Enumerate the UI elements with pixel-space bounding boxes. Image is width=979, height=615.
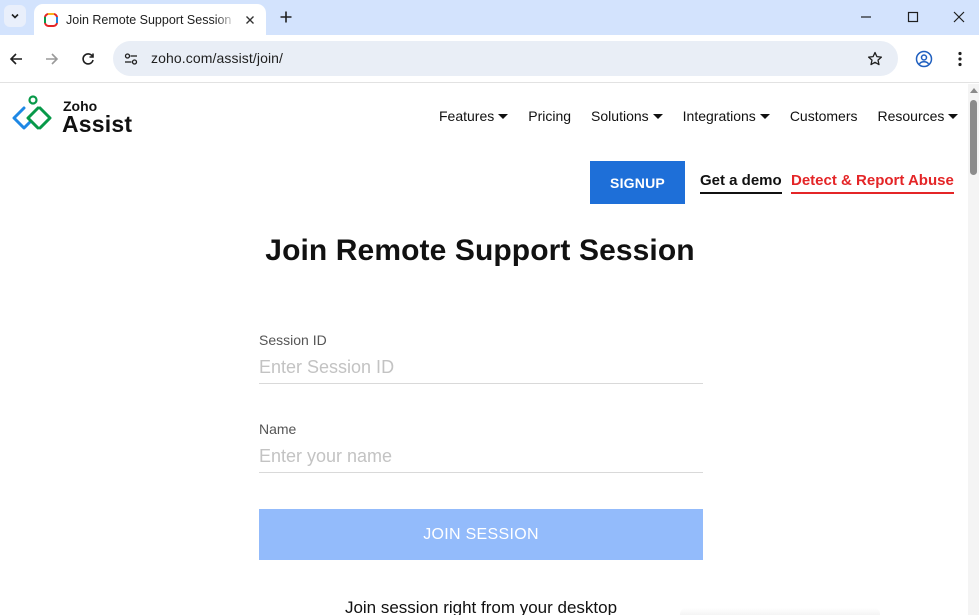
caret-down-icon [948,113,959,119]
maximize-icon [907,11,919,23]
caret-down-icon [498,113,509,119]
bookmark-star-icon[interactable] [865,49,885,69]
nav-label: Resources [877,108,945,124]
name-input[interactable] [259,441,703,473]
logo-assist-text: Assist [62,110,133,137]
caret-down-icon [652,113,663,119]
join-session-button[interactable]: JOIN SESSION [259,509,703,560]
signup-button[interactable]: SIGNUP [590,161,685,204]
plus-icon [280,11,292,23]
browser-tabstrip: Join Remote Support Session | Zoho Assis… [0,0,979,35]
nav-features[interactable]: Features [439,108,509,124]
session-id-input[interactable] [259,352,703,384]
nav-label: Customers [789,108,858,124]
page-content: Zoho Assist Features Pricing Solutions I… [0,84,968,615]
nav-pricing[interactable]: Pricing [528,108,571,124]
nav-label: Features [439,108,495,124]
close-icon [953,11,965,23]
nav-resources[interactable]: Resources [878,108,959,124]
browser-menu-button[interactable] [949,48,971,70]
forward-button[interactable] [41,48,63,70]
browser-tab-active[interactable]: Join Remote Support Session | Zoho Assis… [34,4,266,35]
chevron-down-icon [11,13,19,19]
reload-button[interactable] [77,48,99,70]
nav-label: Solutions [591,108,649,124]
scroll-thumb[interactable] [970,100,977,175]
arrow-left-icon [9,53,22,65]
browser-toolbar: zoho.com/assist/join/ [0,35,979,83]
tab-close-icon[interactable] [242,12,258,28]
page-scrollbar[interactable] [968,84,979,615]
nav-label: Integrations [682,108,756,124]
url-text[interactable]: zoho.com/assist/join/ [151,50,283,66]
back-button[interactable] [5,48,27,70]
assist-logo-icon [12,95,52,130]
maximize-button[interactable] [902,6,924,28]
scroll-up-arrow-icon[interactable] [970,88,978,93]
name-label: Name [259,421,297,437]
detect-report-abuse-link[interactable]: Detect & Report Abuse [791,172,954,194]
session-id-label: Session ID [259,332,327,348]
nav-integrations[interactable]: Integrations [683,108,770,124]
nav-customers[interactable]: Customers [790,108,858,124]
site-info-icon[interactable] [122,50,140,68]
minimize-button[interactable] [855,6,877,28]
tab-title: Join Remote Support Session | Zoho Assis… [66,12,236,27]
tab-search-button[interactable] [4,5,26,27]
get-a-demo-link[interactable]: Get a demo [700,172,782,194]
reload-icon [82,53,94,65]
address-bar[interactable]: zoho.com/assist/join/ [113,41,898,76]
page-title: Join Remote Support Session [265,234,695,267]
profile-icon [915,50,933,68]
more-vertical-icon [958,51,962,67]
profile-button[interactable] [913,48,935,70]
nav-solutions[interactable]: Solutions [591,108,663,124]
minimize-icon [861,16,871,18]
caret-down-icon [759,113,770,119]
floating-widget-edge [680,608,880,615]
zoho-assist-logo[interactable]: Zoho Assist [10,95,132,139]
main-navigation: Features Pricing Solutions Integrations … [439,108,959,124]
arrow-right-icon [46,53,59,65]
new-tab-button[interactable] [276,7,296,27]
zoho-favicon-icon [44,12,58,27]
nav-label: Pricing [528,108,572,124]
close-window-button[interactable] [948,6,970,28]
